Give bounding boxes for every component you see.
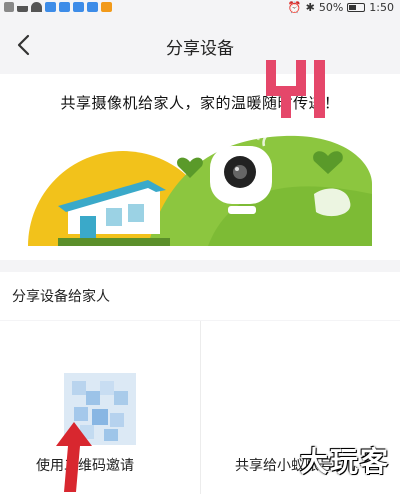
battery-icon	[347, 3, 366, 12]
nav-bar: 分享设备	[0, 16, 400, 74]
section-title: 分享设备给家人	[12, 289, 110, 305]
yi-logo-icon	[266, 60, 325, 118]
status-right: ⏰ ✱ 50% 1:50	[288, 1, 394, 14]
app-icon	[45, 2, 56, 12]
status-bar: ⏰ ✱ 50% 1:50	[0, 0, 400, 16]
hd-icon	[4, 2, 14, 12]
section-header: 分享设备给家人	[0, 272, 400, 320]
watermark-text: 大玩客	[299, 445, 390, 478]
banner-text: 共享摄像机给家人，家的温暖随时传递！	[60, 94, 340, 112]
wifi-icon	[31, 2, 42, 12]
status-time: 1:50	[369, 1, 394, 14]
play-icon	[101, 2, 112, 12]
banner-illustration	[28, 124, 372, 246]
alarm-icon: ⏰	[287, 1, 302, 14]
promo-banner: 共享摄像机给家人，家的温暖随时传递！	[0, 74, 400, 260]
page-title: 分享设备	[166, 39, 234, 59]
battery-fill	[349, 5, 357, 10]
app-icon	[73, 2, 84, 12]
app-icon	[59, 2, 70, 12]
status-left-icons	[4, 2, 112, 12]
bluetooth-icon: ✱	[305, 1, 315, 14]
pointer-arrow	[56, 422, 92, 492]
signal-icon	[17, 2, 28, 12]
battery-percent: 50%	[318, 1, 344, 14]
app-icon	[87, 2, 98, 12]
invite-by-qr-code-option[interactable]: 使用二维码邀请	[0, 321, 200, 494]
